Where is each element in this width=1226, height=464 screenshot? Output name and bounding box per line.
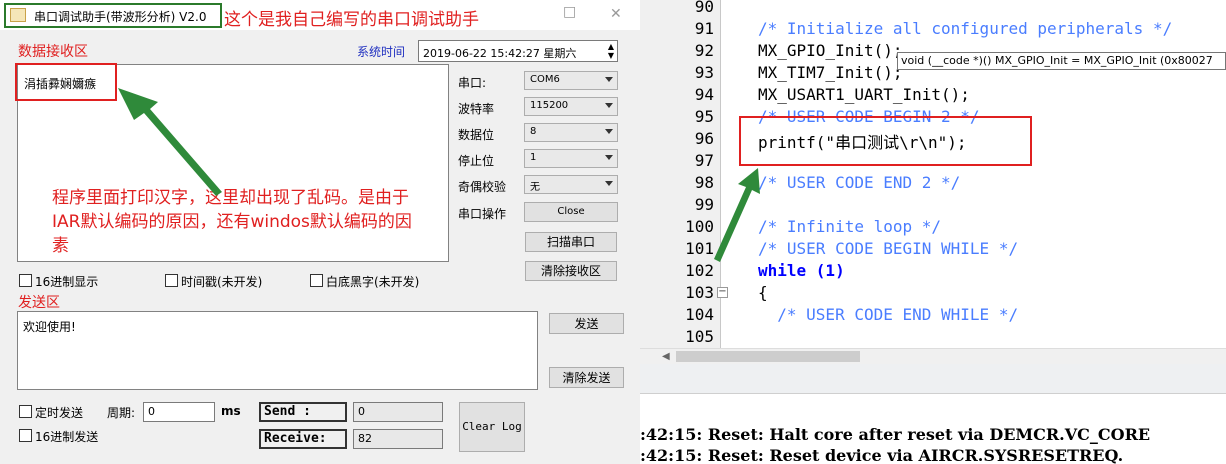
arrow-to-garbled-text: [118, 88, 222, 196]
arrow-to-printf: [714, 168, 760, 262]
annotation-arrows: [118, 88, 760, 262]
